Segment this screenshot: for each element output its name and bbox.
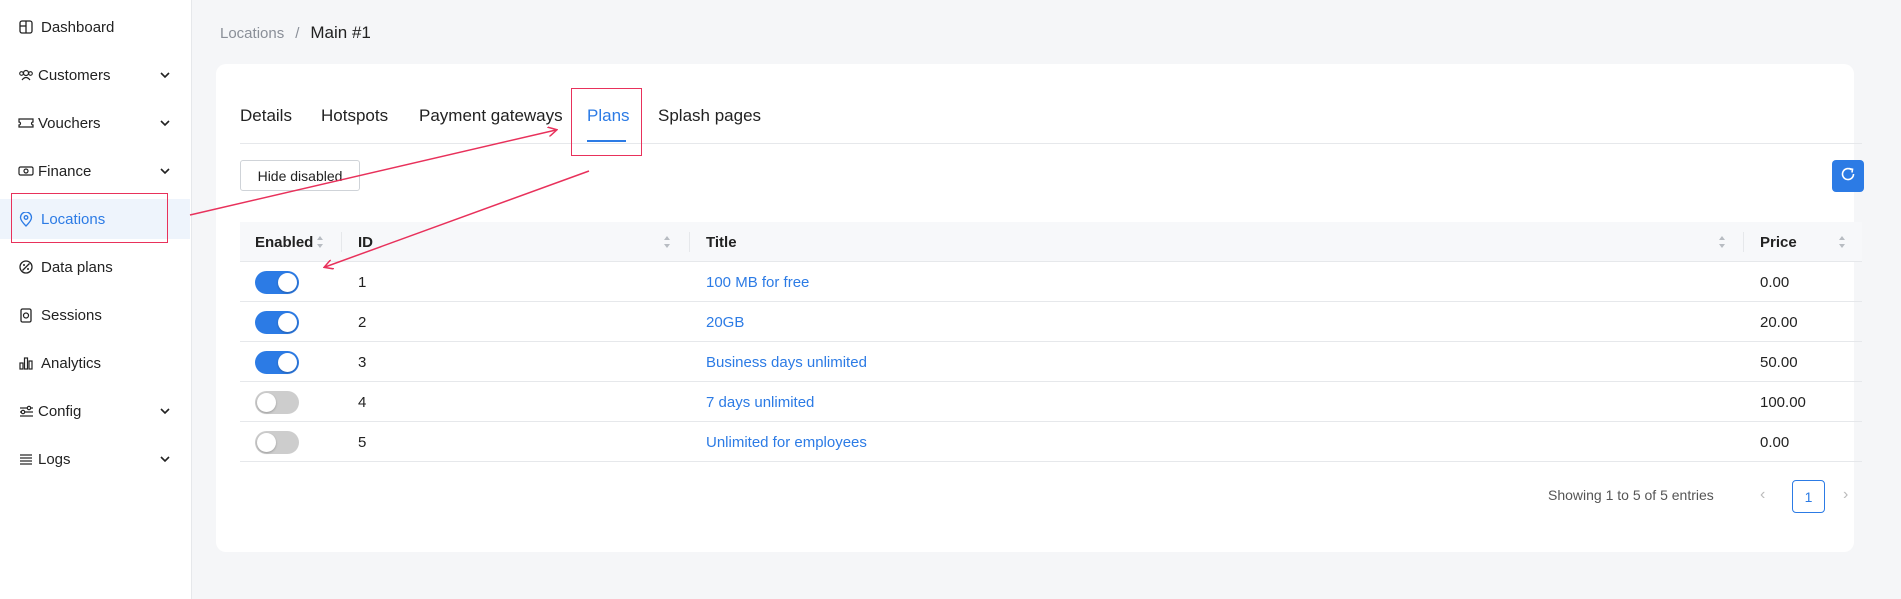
sidebar-item-locations[interactable]: Locations xyxy=(0,199,190,239)
sidebar-item-label: Dashboard xyxy=(41,18,115,36)
table-row: 3 Business days unlimited 50.00 xyxy=(240,342,1862,382)
sidebar-item-sessions[interactable]: Sessions xyxy=(0,295,190,335)
refresh-button[interactable] xyxy=(1832,160,1864,192)
refresh-icon xyxy=(1840,166,1856,187)
row-id: 1 xyxy=(358,273,367,291)
sidebar-item-label: Vouchers xyxy=(38,114,101,132)
column-divider xyxy=(1743,232,1744,252)
column-header-id[interactable]: ID xyxy=(358,222,373,262)
sidebar-item-label: Sessions xyxy=(41,306,102,324)
table-row: 1 100 MB for free 0.00 xyxy=(240,262,1862,302)
column-header-title[interactable]: Title xyxy=(706,222,737,262)
row-id: 5 xyxy=(358,433,367,451)
analytics-icon xyxy=(18,355,34,371)
sort-icon[interactable] xyxy=(316,235,324,249)
breadcrumb: Locations / Main #1 xyxy=(220,23,371,43)
config-icon xyxy=(18,403,34,419)
enabled-toggle[interactable] xyxy=(255,311,299,334)
row-title-link[interactable]: 7 days unlimited xyxy=(706,382,814,422)
sessions-icon xyxy=(18,307,34,323)
table-row: 4 7 days unlimited 100.00 xyxy=(240,382,1862,422)
breadcrumb-current: Main #1 xyxy=(310,23,371,42)
breadcrumb-separator: / xyxy=(295,25,300,42)
vouchers-icon xyxy=(18,115,34,131)
sidebar-item-label: Analytics xyxy=(41,354,102,372)
entries-info: Showing 1 to 5 of 5 entries xyxy=(1548,487,1714,503)
table-header: Enabled ID Title Price xyxy=(240,222,1862,262)
sidebar: Dashboard Customers Vouchers Finance Loc… xyxy=(0,0,192,599)
sidebar-item-label: Logs xyxy=(38,450,71,468)
column-header-price[interactable]: Price xyxy=(1760,222,1797,262)
location-pin-icon xyxy=(18,211,34,227)
row-id: 4 xyxy=(358,393,367,411)
table-row: 5 Unlimited for employees 0.00 xyxy=(240,422,1862,462)
enabled-toggle[interactable] xyxy=(255,431,299,454)
sidebar-item-config[interactable]: Config xyxy=(0,391,190,431)
toggle-knob xyxy=(278,273,297,292)
toggle-knob xyxy=(257,393,276,412)
logs-icon xyxy=(18,451,34,467)
enabled-toggle[interactable] xyxy=(255,351,299,374)
data-plans-icon xyxy=(18,259,34,275)
customers-icon xyxy=(18,67,34,83)
row-title-link[interactable]: Business days unlimited xyxy=(706,342,867,382)
chevron-down-icon xyxy=(159,117,171,129)
breadcrumb-parent[interactable]: Locations xyxy=(220,25,284,42)
row-price: 0.00 xyxy=(1760,433,1790,451)
sidebar-item-customers[interactable]: Customers xyxy=(0,55,190,95)
sidebar-item-dashboard[interactable]: Dashboard xyxy=(0,7,190,47)
row-title-link[interactable]: Unlimited for employees xyxy=(706,422,867,462)
tab-payment-gateways[interactable]: Payment gateways xyxy=(419,106,563,126)
enabled-toggle[interactable] xyxy=(255,391,299,414)
sort-icon[interactable] xyxy=(1718,235,1726,249)
tab-splash-pages[interactable]: Splash pages xyxy=(658,106,761,126)
hide-disabled-button[interactable]: Hide disabled xyxy=(240,160,360,191)
column-header-enabled[interactable]: Enabled xyxy=(255,222,313,262)
sort-icon[interactable] xyxy=(1838,235,1846,249)
sidebar-item-label: Config xyxy=(38,402,82,420)
finance-icon xyxy=(18,163,34,179)
chevron-down-icon xyxy=(159,453,171,465)
tab-plans[interactable]: Plans xyxy=(587,106,630,126)
tabs-divider xyxy=(240,143,1862,144)
chevron-down-icon xyxy=(159,69,171,81)
sidebar-item-label: Finance xyxy=(38,162,92,180)
sidebar-item-data-plans[interactable]: Data plans xyxy=(0,247,190,287)
active-tab-indicator xyxy=(587,140,626,142)
row-price: 20.00 xyxy=(1760,313,1798,331)
toggle-knob xyxy=(278,313,297,332)
row-title-link[interactable]: 20GB xyxy=(706,302,744,342)
table-row: 2 20GB 20.00 xyxy=(240,302,1862,342)
sidebar-item-label: Customers xyxy=(38,66,111,84)
tab-details[interactable]: Details xyxy=(240,106,292,126)
pagination-next[interactable]: › xyxy=(1843,486,1848,504)
row-id: 2 xyxy=(358,313,367,331)
row-id: 3 xyxy=(358,353,367,371)
column-divider xyxy=(341,232,342,252)
column-divider xyxy=(689,232,690,252)
sidebar-item-label: Locations xyxy=(41,210,106,228)
sidebar-item-vouchers[interactable]: Vouchers xyxy=(0,103,190,143)
tab-hotspots[interactable]: Hotspots xyxy=(321,106,388,126)
chevron-down-icon xyxy=(159,405,171,417)
row-title-link[interactable]: 100 MB for free xyxy=(706,262,809,302)
row-price: 50.00 xyxy=(1760,353,1798,371)
row-price: 100.00 xyxy=(1760,393,1806,411)
sort-icon[interactable] xyxy=(663,235,671,249)
sidebar-item-analytics[interactable]: Analytics xyxy=(0,343,190,383)
row-price: 0.00 xyxy=(1760,273,1790,291)
toggle-knob xyxy=(278,353,297,372)
sidebar-item-finance[interactable]: Finance xyxy=(0,151,190,191)
sidebar-item-label: Data plans xyxy=(41,258,113,276)
pagination-page[interactable]: 1 xyxy=(1792,480,1825,513)
toggle-knob xyxy=(257,433,276,452)
pagination-prev[interactable]: ‹ xyxy=(1760,486,1765,504)
dashboard-icon xyxy=(18,19,34,35)
sidebar-item-logs[interactable]: Logs xyxy=(0,439,190,479)
enabled-toggle[interactable] xyxy=(255,271,299,294)
chevron-down-icon xyxy=(159,165,171,177)
